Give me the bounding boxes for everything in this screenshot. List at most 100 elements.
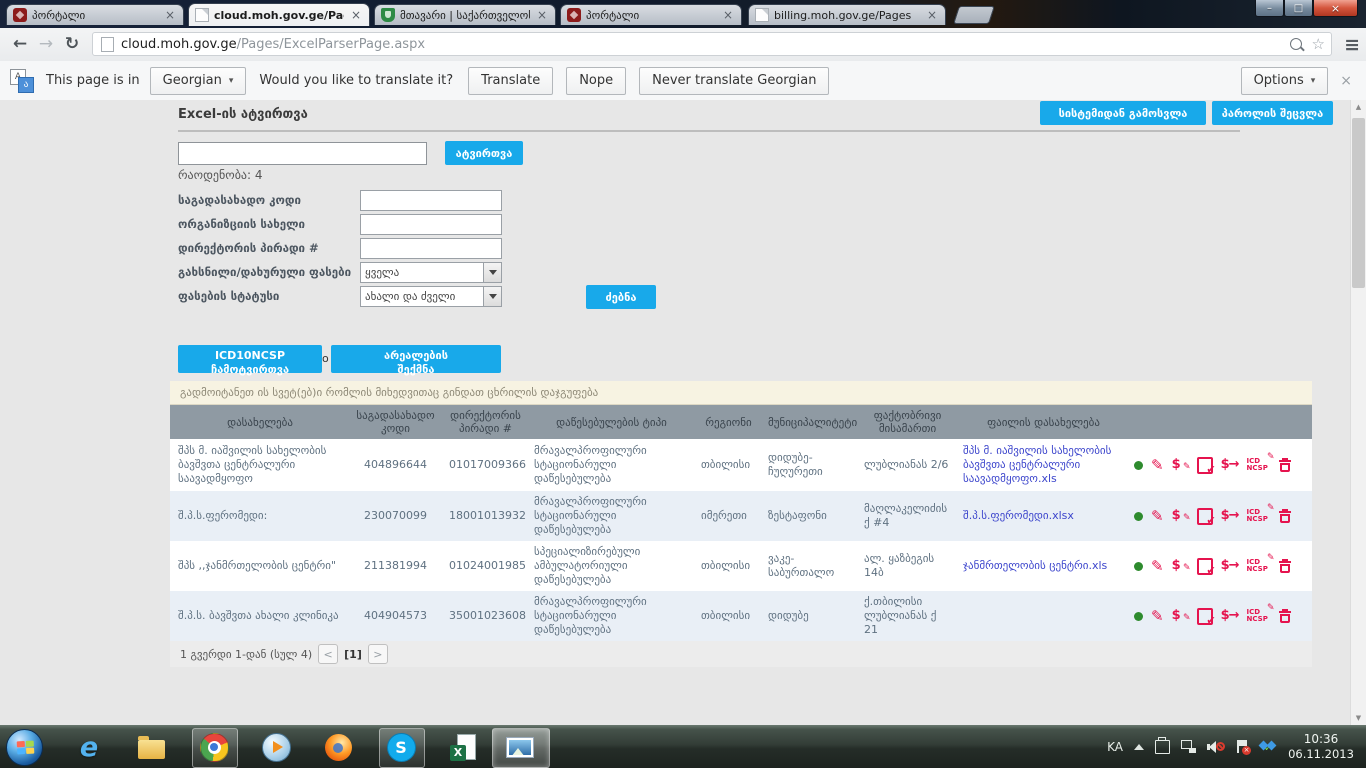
forward-icon[interactable]: → (34, 32, 58, 56)
col-file-name[interactable]: ფაილის დასახელება (957, 412, 1130, 433)
delete-trash-icon[interactable] (1279, 509, 1291, 523)
approve-document-icon[interactable]: ✔ (1197, 457, 1213, 474)
icd-ncsp-edit-icon[interactable]: ICDNCSP✎ (1247, 458, 1271, 472)
change-password-button[interactable]: პაროლის შეცვლა (1212, 101, 1333, 125)
browser-tab-portal-1[interactable]: პორტალი × (6, 4, 184, 25)
taskbar-clock[interactable]: 10:36 06.11.2013 (1286, 732, 1356, 762)
chevron-down-icon[interactable] (483, 263, 501, 282)
taskbar-firefox-icon[interactable] (321, 730, 355, 764)
taskbar-skype-icon[interactable]: S (384, 730, 418, 764)
taskbar-excel-icon[interactable]: X (446, 730, 480, 764)
back-icon[interactable]: ← (8, 32, 32, 56)
tab-close-icon[interactable]: × (163, 10, 177, 20)
tab-close-icon[interactable]: × (535, 10, 549, 20)
options-dropdown[interactable]: Options ▾ (1241, 67, 1329, 95)
maximize-button[interactable]: □ (1284, 0, 1313, 17)
reload-icon[interactable]: ↻ (60, 32, 84, 56)
new-tab-button[interactable] (953, 6, 995, 24)
file-link[interactable]: ჯანმრთელობის ცენტრი.xls (963, 559, 1107, 572)
remove-hardware-icon[interactable] (1155, 740, 1170, 754)
icd-ncsp-edit-icon[interactable]: ICDNCSP✎ (1247, 509, 1271, 523)
col-municipality[interactable]: მუნიციპალიტეტი (762, 412, 858, 433)
director-id-input[interactable] (360, 238, 502, 259)
search-button[interactable]: ძებნა (586, 285, 656, 309)
network-icon[interactable] (1181, 740, 1196, 753)
tab-close-icon[interactable]: × (349, 10, 363, 20)
close-window-button[interactable]: × (1313, 0, 1358, 17)
search-icon[interactable] (1290, 38, 1302, 50)
prev-page-button[interactable]: < (318, 644, 338, 664)
close-translate-bar-icon[interactable]: × (1340, 73, 1352, 89)
file-upload-input[interactable] (178, 142, 427, 165)
table-row: შპს ,,ჯანმრთელობის ცენტრი" 211381994 010… (170, 541, 1312, 591)
nope-button[interactable]: Nope (566, 67, 626, 95)
language-dropdown[interactable]: Georgian ▾ (150, 67, 247, 95)
taskbar-chrome-icon[interactable] (197, 730, 231, 764)
next-page-button[interactable]: > (368, 644, 388, 664)
logout-button[interactable]: სისტემიდან გამოსვლა (1040, 101, 1206, 125)
org-name-input[interactable] (360, 214, 502, 235)
file-link[interactable]: შპს მ. იაშვილის სახელობის ბავშვთა ცენტრა… (963, 444, 1111, 485)
price-edit-icon[interactable]: $✎ (1172, 509, 1189, 523)
price-edit-icon[interactable]: $✎ (1172, 458, 1189, 472)
tab-close-icon[interactable]: × (925, 10, 939, 20)
action-center-flag-icon[interactable]: × (1236, 740, 1249, 754)
dropbox-icon[interactable]: ✓ (1260, 740, 1275, 754)
browser-tab-mtavari[interactable]: მთავარი | საქართველოს × (374, 4, 556, 25)
col-institution-type[interactable]: დაწესებულების ტიპი (528, 412, 695, 433)
open-closed-prices-select[interactable]: ყველა (360, 262, 502, 283)
browser-tab-billing[interactable]: billing.moh.gov.ge/Pages × (748, 4, 946, 25)
taskbar-media-player-icon[interactable] (259, 730, 293, 764)
browser-tab-portal-2[interactable]: პორტალი × (560, 4, 742, 25)
delete-trash-icon[interactable] (1279, 609, 1291, 623)
price-send-icon[interactable]: $→ (1221, 559, 1239, 573)
taskbar-image-viewer-icon[interactable] (503, 730, 537, 764)
approve-document-icon[interactable]: ✔ (1197, 558, 1213, 575)
bookmark-star-icon[interactable]: ☆ (1312, 39, 1325, 49)
file-link[interactable]: შ.პ.ს.ფერომედი.xlsx (963, 509, 1074, 522)
edit-icon[interactable]: ✎ (1151, 560, 1164, 572)
scroll-up-icon[interactable]: ▲ (1353, 103, 1364, 111)
language-indicator[interactable]: KA (1107, 740, 1123, 754)
price-send-icon[interactable]: $→ (1221, 509, 1239, 523)
icd-ncsp-edit-icon[interactable]: ICDNCSP✎ (1247, 559, 1271, 573)
areas-create-button[interactable]: არეალების შექმნა (331, 345, 501, 373)
show-hidden-icons[interactable] (1134, 744, 1144, 750)
price-send-icon[interactable]: $→ (1221, 609, 1239, 623)
chevron-down-icon[interactable] (483, 287, 501, 306)
col-address[interactable]: ფაქტობრივი მისამართი (858, 405, 957, 439)
volume-muted-icon[interactable] (1207, 740, 1225, 754)
price-edit-icon[interactable]: $✎ (1172, 559, 1189, 573)
chrome-menu-icon[interactable]: ≡ (1344, 34, 1360, 56)
delete-trash-icon[interactable] (1279, 559, 1291, 573)
col-region[interactable]: რეგიონი (695, 412, 762, 433)
approve-document-icon[interactable]: ✔ (1197, 508, 1213, 525)
browser-tab-cloud-active[interactable]: cloud.moh.gov.ge/Pages/ × (188, 3, 370, 26)
start-button[interactable] (6, 729, 43, 766)
price-send-icon[interactable]: $→ (1221, 458, 1239, 472)
tab-close-icon[interactable]: × (721, 10, 735, 20)
tax-code-input[interactable] (360, 190, 502, 211)
never-translate-button[interactable]: Never translate Georgian (639, 67, 829, 95)
scroll-down-icon[interactable]: ▼ (1353, 714, 1364, 722)
col-director-id[interactable]: დირექტორის პირადი # (443, 405, 528, 439)
edit-icon[interactable]: ✎ (1151, 610, 1164, 622)
delete-trash-icon[interactable] (1279, 458, 1291, 472)
minimize-button[interactable]: – (1255, 0, 1284, 17)
scrollbar-thumb[interactable] (1352, 118, 1365, 288)
col-tax-code[interactable]: საგადასახადო კოდი (348, 405, 443, 439)
url-bar[interactable]: cloud.moh.gov.ge /Pages/ExcelParserPage.… (92, 32, 1332, 56)
icd-ncsp-edit-icon[interactable]: ICDNCSP✎ (1247, 609, 1271, 623)
approve-document-icon[interactable]: ✔ (1197, 608, 1213, 625)
icd10ncsp-download-button[interactable]: ICD10NCSP ჩამოტვირთვა (178, 345, 322, 373)
upload-button[interactable]: ატვირთვა (445, 141, 523, 165)
edit-icon[interactable]: ✎ (1151, 459, 1164, 471)
price-edit-icon[interactable]: $✎ (1172, 609, 1189, 623)
vertical-scrollbar[interactable]: ▲ ▼ (1350, 100, 1366, 725)
taskbar-ie-icon[interactable]: e (72, 730, 106, 764)
translate-button[interactable]: Translate (468, 67, 553, 95)
col-name[interactable]: დასახელება (170, 412, 348, 433)
edit-icon[interactable]: ✎ (1151, 510, 1164, 522)
price-status-select[interactable]: ახალი და ძველი (360, 286, 502, 307)
taskbar-explorer-icon[interactable] (134, 730, 168, 764)
